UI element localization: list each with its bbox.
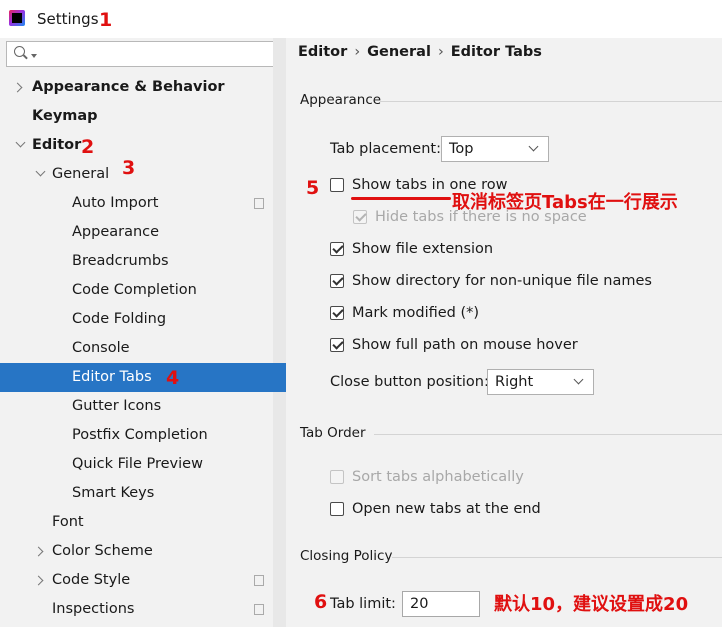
breadcrumb-editor-tabs: Editor Tabs <box>450 44 542 60</box>
sidebar-item-label: Code Style <box>52 572 131 588</box>
close-button-position-select[interactable]: Right <box>487 369 594 395</box>
show-directory-label[interactable]: Show directory for non-unique file names <box>352 273 652 289</box>
sidebar-item-quick-file-preview[interactable]: Quick File Preview <box>0 450 286 479</box>
chevron-down-icon[interactable] <box>35 166 46 177</box>
sort-alpha-label[interactable]: Sort tabs alphabetically <box>352 469 524 485</box>
tab-limit-input[interactable]: 20 <box>402 591 480 617</box>
sidebar-item-keymap[interactable]: Keymap <box>0 102 286 131</box>
sidebar-item-editor-tabs[interactable]: Editor Tabs <box>0 363 286 392</box>
search-input[interactable] <box>6 41 278 67</box>
chevron-down-icon <box>528 141 539 152</box>
chevron-right-icon[interactable] <box>33 575 44 586</box>
show-tabs-one-row-checkbox[interactable] <box>330 178 344 192</box>
show-file-extension-label[interactable]: Show file extension <box>352 241 493 257</box>
sidebar-item-appearance-behavior[interactable]: Appearance & Behavior <box>0 73 286 102</box>
breadcrumb-separator: › <box>437 44 444 60</box>
breadcrumb: Editor › General › Editor Tabs <box>298 44 542 60</box>
chevron-right-icon[interactable] <box>12 82 23 93</box>
group-divider <box>392 557 722 558</box>
sidebar-item-label: Inspections <box>52 601 135 617</box>
project-settings-icon <box>251 195 264 209</box>
sidebar-item-postfix-completion[interactable]: Postfix Completion <box>0 421 286 450</box>
close-button-position-label: Close button position: <box>330 374 489 390</box>
breadcrumb-editor[interactable]: Editor <box>298 44 347 60</box>
sidebar-item-gutter-icons[interactable]: Gutter Icons <box>0 392 286 421</box>
sidebar-item-auto-import[interactable]: Auto Import <box>0 189 286 218</box>
tab-limit-value: 20 <box>410 596 429 612</box>
chevron-down-icon <box>573 374 584 385</box>
sidebar-item-smart-keys[interactable]: Smart Keys <box>0 479 286 508</box>
sidebar-item-label: Color Scheme <box>52 543 153 559</box>
sidebar-item-label: Gutter Icons <box>72 398 162 414</box>
sidebar-item-code-style[interactable]: Code Style <box>0 566 286 595</box>
show-full-path-checkbox[interactable] <box>330 338 344 352</box>
chevron-down-icon[interactable] <box>15 137 26 148</box>
sidebar-item-breadcrumbs[interactable]: Breadcrumbs <box>0 247 286 276</box>
annotation-3: 3 <box>122 157 136 179</box>
sidebar-item-label: Font <box>52 514 84 530</box>
sidebar-item-editor[interactable]: Editor <box>0 131 286 160</box>
sidebar-item-color-scheme[interactable]: Color Scheme <box>0 537 286 566</box>
sidebar-item-code-folding[interactable]: Code Folding <box>0 305 286 334</box>
sidebar-item-label: Postfix Completion <box>72 427 208 443</box>
sidebar-item-label: Keymap <box>32 108 98 124</box>
open-at-end-checkbox[interactable] <box>330 502 344 516</box>
annotation-2: 2 <box>81 136 95 158</box>
show-full-path-label[interactable]: Show full path on mouse hover <box>352 337 578 353</box>
sort-alpha-checkbox[interactable] <box>330 470 344 484</box>
sidebar-item-label: Editor Tabs <box>72 369 152 385</box>
sidebar-item-label: Code Completion <box>72 282 197 298</box>
appearance-group-title: Appearance <box>300 92 382 108</box>
mark-modified-checkbox[interactable] <box>330 306 344 320</box>
intellij-app-icon <box>9 10 25 26</box>
sidebar-item-code-completion[interactable]: Code Completion <box>0 276 286 305</box>
sidebar-item-inspections[interactable]: Inspections <box>0 595 286 624</box>
annotation-6: 6 <box>314 591 328 613</box>
show-file-extension-checkbox[interactable] <box>330 242 344 256</box>
sidebar-item-label: Breadcrumbs <box>72 253 169 269</box>
chevron-down-icon[interactable] <box>31 54 37 58</box>
project-settings-icon <box>251 601 264 615</box>
annotation-underline <box>351 197 451 200</box>
mark-modified-label[interactable]: Mark modified (*) <box>352 305 479 321</box>
breadcrumb-separator: › <box>354 44 361 60</box>
sidebar-item-label: Code Folding <box>72 311 167 327</box>
group-divider <box>380 101 722 102</box>
open-at-end-label[interactable]: Open new tabs at the end <box>352 501 541 517</box>
tab-placement-value: Top <box>449 141 474 157</box>
sidebar-item-font[interactable]: Font <box>0 508 286 537</box>
sidebar-item-label: Console <box>72 340 130 356</box>
search-icon <box>14 46 25 57</box>
chevron-right-icon[interactable] <box>33 546 44 557</box>
show-directory-checkbox[interactable] <box>330 274 344 288</box>
close-button-position-value: Right <box>495 374 534 390</box>
annotation-4: 4 <box>166 367 180 389</box>
sidebar-item-label: Smart Keys <box>72 485 155 501</box>
sidebar-item-label: Appearance & Behavior <box>32 79 225 95</box>
window-title: Settings <box>37 10 99 28</box>
sidebar-item-console[interactable]: Console <box>0 334 286 363</box>
sidebar-item-appearance[interactable]: Appearance <box>0 218 286 247</box>
project-settings-icon <box>251 572 264 586</box>
closing-policy-group-title: Closing Policy <box>300 548 393 564</box>
hide-tabs-no-space-checkbox[interactable] <box>353 210 367 224</box>
tab-placement-select[interactable]: Top <box>441 136 549 162</box>
annotation-note-limit: 默认10，建议设置成20 <box>494 594 689 615</box>
sidebar-item-label: Quick File Preview <box>72 456 203 472</box>
annotation-5: 5 <box>306 177 320 199</box>
tab-limit-label: Tab limit: <box>330 596 396 612</box>
settings-content: Editor › General › Editor Tabs Appearance Ta… <box>286 38 722 627</box>
group-divider <box>374 434 722 435</box>
sidebar-item-label: General <box>52 166 110 182</box>
annotation-1: 1 <box>99 9 113 31</box>
sidebar-item-label: Appearance <box>72 224 160 240</box>
sidebar-item-label: Auto Import <box>72 195 159 211</box>
tab-order-group-title: Tab Order <box>300 425 366 441</box>
annotation-note-tabs: 取消标签页Tabs在一行展示 <box>452 192 678 213</box>
breadcrumb-general[interactable]: General <box>367 44 431 60</box>
sidebar-item-general[interactable]: General <box>0 160 286 189</box>
tab-placement-label: Tab placement: <box>330 141 441 157</box>
sidebar-item-label: Editor <box>32 137 82 153</box>
